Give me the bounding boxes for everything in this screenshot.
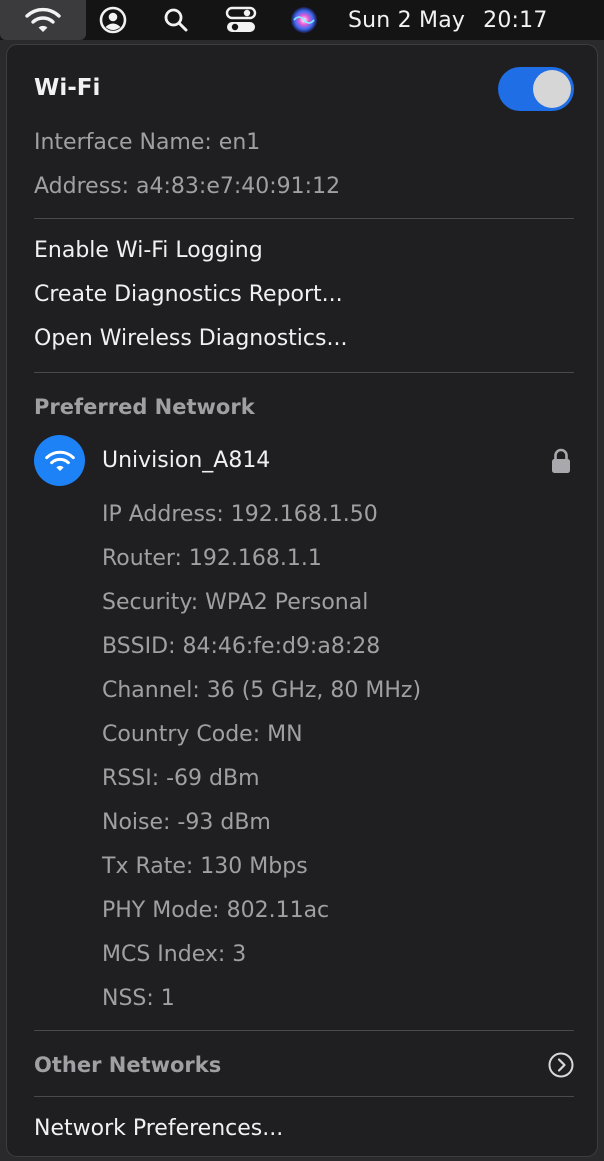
menubar-time: 20:17 xyxy=(483,7,548,33)
wifi-icon xyxy=(25,7,61,32)
search-icon xyxy=(164,8,188,32)
wifi-title: Wi-Fi xyxy=(34,75,101,101)
enable-wifi-logging-item[interactable]: Enable Wi-Fi Logging xyxy=(34,237,263,265)
menubar-siri-button[interactable] xyxy=(286,0,322,40)
wifi-menu-panel: Wi-Fi Interface Name: en1 Address: a4:83… xyxy=(6,44,598,1157)
network-detail-router: Router: 192.168.1.1 xyxy=(102,546,322,571)
network-detail-phy-mode: PHY Mode: 802.11ac xyxy=(102,898,330,923)
network-signal-badge xyxy=(34,435,85,486)
chevron-right-icon[interactable] xyxy=(547,1051,575,1079)
menubar-search-button[interactable] xyxy=(158,0,194,40)
create-diagnostics-report-item[interactable]: Create Diagnostics Report... xyxy=(34,281,343,309)
network-detail-mcs-index: MCS Index: 3 xyxy=(102,942,247,967)
network-detail-nss: NSS: 1 xyxy=(102,986,175,1011)
network-preferences-item[interactable]: Network Preferences... xyxy=(34,1115,283,1143)
mac-address: Address: a4:83:e7:40:91:12 xyxy=(34,174,341,199)
separator xyxy=(34,218,574,219)
network-name-item[interactable]: Univision_A814 xyxy=(102,447,270,475)
menubar-control-center-button[interactable] xyxy=(222,0,260,40)
network-detail-ip-address: IP Address: 192.168.1.50 xyxy=(102,502,378,527)
menubar-clock[interactable]: Sun 2 May 20:17 xyxy=(348,0,568,40)
control-center-icon xyxy=(225,6,257,32)
separator xyxy=(34,372,574,373)
network-detail-noise: Noise: -93 dBm xyxy=(102,810,271,835)
network-detail-bssid: BSSID: 84:46:fe:d9:a8:28 xyxy=(102,634,381,659)
preferred-network-header: Preferred Network xyxy=(34,395,255,419)
other-networks-item[interactable]: Other Networks xyxy=(34,1051,221,1079)
wifi-toggle-knob xyxy=(533,70,571,108)
network-detail-rssi: RSSI: -69 dBm xyxy=(102,766,260,791)
open-wireless-diagnostics-item[interactable]: Open Wireless Diagnostics... xyxy=(34,325,347,353)
user-icon xyxy=(99,6,127,34)
network-detail-security: Security: WPA2 Personal xyxy=(102,590,369,615)
wifi-toggle[interactable] xyxy=(498,67,574,111)
network-detail-tx-rate: Tx Rate: 130 Mbps xyxy=(102,854,308,879)
menu-bar: Sun 2 May 20:17 xyxy=(0,0,604,40)
siri-icon xyxy=(291,7,317,33)
menubar-user-button[interactable] xyxy=(95,0,131,40)
menubar-wifi-button[interactable] xyxy=(0,0,86,40)
network-detail-country-code: Country Code: MN xyxy=(102,722,303,747)
interface-name: Interface Name: en1 xyxy=(34,130,261,155)
wifi-icon xyxy=(44,450,75,471)
separator xyxy=(34,1030,574,1031)
menubar-date: Sun 2 May xyxy=(348,7,466,33)
lock-icon xyxy=(552,448,570,473)
network-detail-channel: Channel: 36 (5 GHz, 80 MHz) xyxy=(102,678,422,703)
separator xyxy=(34,1096,574,1097)
